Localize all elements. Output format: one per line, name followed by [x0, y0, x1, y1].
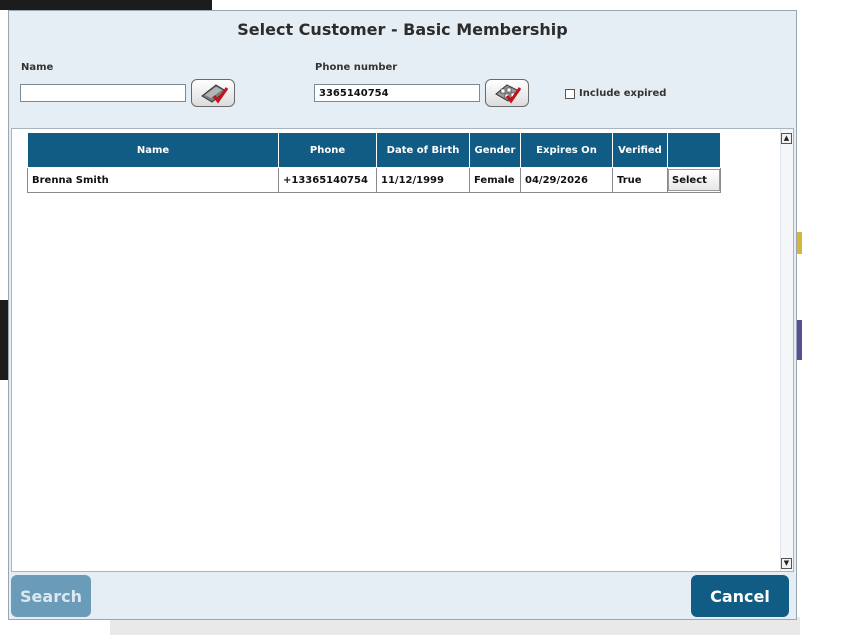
include-expired-option[interactable]: Include expired: [565, 88, 666, 99]
column-header-name[interactable]: Name: [27, 132, 279, 168]
include-expired-label: Include expired: [579, 88, 667, 99]
column-header-dob[interactable]: Date of Birth: [376, 132, 470, 168]
keypad-check-icon: [495, 84, 522, 104]
column-header-phone[interactable]: Phone: [278, 132, 377, 168]
scroll-up-icon[interactable]: ▲: [781, 133, 792, 144]
name-keyboard-button[interactable]: [191, 79, 235, 107]
background-app-accent: [797, 320, 802, 360]
column-header-action: [667, 132, 721, 168]
column-header-gender[interactable]: Gender: [469, 132, 521, 168]
background-app-bar: [0, 0, 212, 10]
phone-input[interactable]: [314, 84, 480, 102]
background-app-panel: [0, 300, 8, 380]
include-expired-checkbox[interactable]: [565, 88, 575, 99]
table-row[interactable]: Brenna Smith +13365140754 11/12/1999 Fem…: [27, 167, 721, 193]
cell-action: Select: [667, 167, 721, 193]
background-app-accent: [797, 232, 802, 254]
cell-expires: 04/29/2026: [520, 167, 613, 193]
cell-dob: 11/12/1999: [376, 167, 470, 193]
name-label: Name: [21, 62, 54, 73]
phone-keypad-button[interactable]: [485, 79, 529, 107]
select-row-button[interactable]: Select: [668, 169, 720, 191]
cancel-button[interactable]: Cancel: [691, 575, 789, 617]
name-input[interactable]: [20, 84, 186, 102]
select-customer-dialog: Select Customer - Basic Membership Name …: [8, 10, 797, 620]
results-panel: Name Phone Date of Birth Gender Expires …: [11, 128, 794, 572]
keyboard-check-icon: [201, 84, 229, 104]
results-table: Name Phone Date of Birth Gender Expires …: [27, 132, 721, 193]
dialog-title: Select Customer - Basic Membership: [237, 20, 568, 39]
scroll-down-icon[interactable]: ▼: [781, 558, 792, 569]
phone-label: Phone number: [315, 62, 398, 73]
cell-gender: Female: [469, 167, 521, 193]
vertical-scrollbar[interactable]: ▲ ▼: [780, 129, 793, 571]
cell-name: Brenna Smith: [27, 167, 279, 193]
column-header-verified[interactable]: Verified: [612, 132, 668, 168]
cell-verified: True: [612, 167, 668, 193]
table-header-row: Name Phone Date of Birth Gender Expires …: [27, 132, 721, 168]
search-button[interactable]: Search: [11, 575, 91, 617]
cell-phone: +13365140754: [278, 167, 377, 193]
column-header-expires[interactable]: Expires On: [520, 132, 613, 168]
